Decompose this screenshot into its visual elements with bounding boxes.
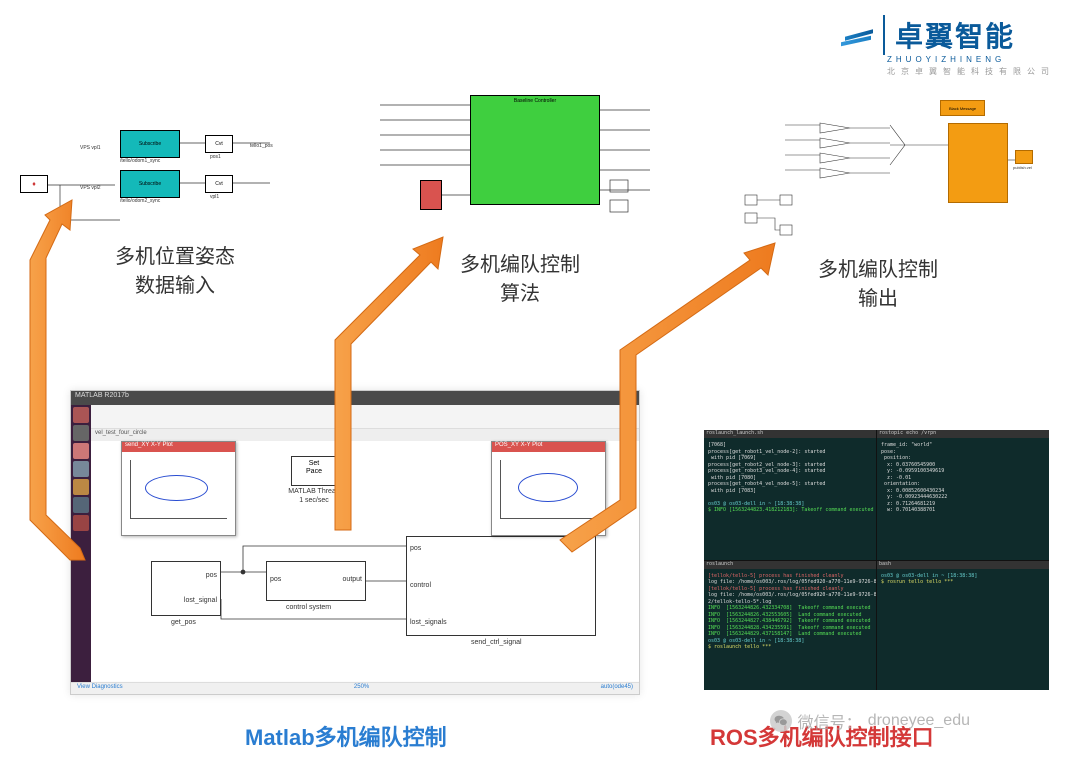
- status-left[interactable]: View Diagnostics: [77, 684, 123, 690]
- term1-title: roslaunch_launch.sh: [704, 430, 876, 438]
- logo-pinyin: ZHUOYIZHINENG: [887, 55, 1055, 64]
- dock-icon[interactable]: [73, 479, 89, 495]
- ros-terminal-2[interactable]: rostopic echo /vrpn frame_id: "world" po…: [877, 430, 1049, 560]
- dock-icon[interactable]: [73, 443, 89, 459]
- caption-output-l2: 输出: [788, 282, 968, 311]
- caption-input: 多机位置姿态 数据输入: [85, 240, 265, 298]
- term4-body: os03 @ os03-dell in ~ [18:38:38] $ rosru…: [881, 573, 1045, 586]
- logo-mark-icon: [839, 17, 875, 53]
- term4-title: bash: [877, 561, 1049, 569]
- caption-input-l1: 多机位置姿态: [85, 240, 265, 269]
- plot-window-2[interactable]: POS_XY X-Y Plot: [491, 441, 606, 536]
- dock-icon[interactable]: [73, 497, 89, 513]
- mini-diagram-output: Black Message publish.vel: [730, 95, 1035, 240]
- watermark-label: 微信号：: [798, 709, 862, 733]
- term2-title: rostopic echo /vrpn: [877, 430, 1049, 438]
- caption-algorithm: 多机编队控制 算法: [430, 248, 610, 306]
- matlab-toolbar: [91, 405, 639, 429]
- mini-diagram-algorithm: Baseline Controller: [380, 85, 660, 235]
- dock-icon[interactable]: [73, 515, 89, 531]
- matlab-statusbar: View Diagnostics 250% auto(ode45): [71, 682, 639, 694]
- wechat-icon: [770, 710, 792, 732]
- watermark-id: droneyee_edu: [868, 712, 970, 730]
- term2-body: frame_id: "world" pose: position: x: 0.0…: [881, 442, 1045, 514]
- matlab-screenshot: MATLAB R2017b vel_test_four_circle Set P…: [70, 390, 640, 695]
- ros-terminal-grid: roslaunch_launch.sh [7068] process[get_r…: [704, 430, 1049, 690]
- term1-body: [7068] process[get_robot1_vel_node-2]: s…: [708, 442, 872, 514]
- wechat-watermark: 微信号： droneyee_edu: [770, 709, 970, 733]
- ros-terminal-1[interactable]: roslaunch_launch.sh [7068] process[get_r…: [704, 430, 876, 560]
- wires-right-icon: [730, 95, 1035, 240]
- ros-terminal-4[interactable]: bash os03 @ os03-dell in ~ [18:38:38] $ …: [877, 561, 1049, 691]
- caption-output: 多机编队控制 输出: [788, 253, 968, 311]
- plot-window-1[interactable]: send_XY X-Y Plot: [121, 441, 236, 536]
- mini-diagram-input: ♦ Subscribe Subscribe /tello/odom1_sync …: [20, 125, 290, 235]
- logo-subtitle: 北京卓翼智能科技有限公司: [887, 66, 1055, 77]
- ubuntu-dock: [71, 405, 91, 694]
- plot1-ellipse-icon: [145, 475, 207, 501]
- wires-mid-icon: [380, 85, 660, 235]
- plot2-ellipse-icon: [518, 473, 578, 502]
- term3-body: [tellok/tello-5] process has finished cl…: [708, 573, 872, 651]
- status-zoom: 250%: [354, 684, 369, 690]
- ros-terminal-3[interactable]: roslaunch [tellok/tello-5] process has f…: [704, 561, 876, 691]
- bottom-label-matlab: Matlab多机编队控制: [245, 720, 447, 752]
- dock-icon[interactable]: [73, 425, 89, 441]
- status-solver: auto(ode45): [601, 684, 633, 690]
- dock-icon[interactable]: [73, 461, 89, 477]
- matlab-titlebar: MATLAB R2017b: [71, 391, 639, 405]
- caption-output-l1: 多机编队控制: [788, 253, 968, 282]
- caption-input-l2: 数据输入: [85, 269, 265, 298]
- logo-name: 卓翼智能: [883, 15, 1015, 55]
- wires-left-icon: [20, 125, 290, 235]
- plot1-title: send_XY X-Y Plot: [122, 442, 235, 452]
- term3-title: roslaunch: [704, 561, 876, 569]
- plot2-title: POS_XY X-Y Plot: [492, 442, 605, 452]
- simulink-canvas[interactable]: Set Pace MATLAB Thread 1 sec/sec pos los…: [91, 441, 639, 681]
- caption-algo-l1: 多机编队控制: [430, 248, 610, 277]
- dock-icon[interactable]: [73, 407, 89, 423]
- matlab-tab[interactable]: vel_test_four_circle: [91, 429, 639, 441]
- caption-algo-l2: 算法: [430, 277, 610, 306]
- company-logo: 卓翼智能 ZHUOYIZHINENG 北京卓翼智能科技有限公司: [839, 15, 1055, 77]
